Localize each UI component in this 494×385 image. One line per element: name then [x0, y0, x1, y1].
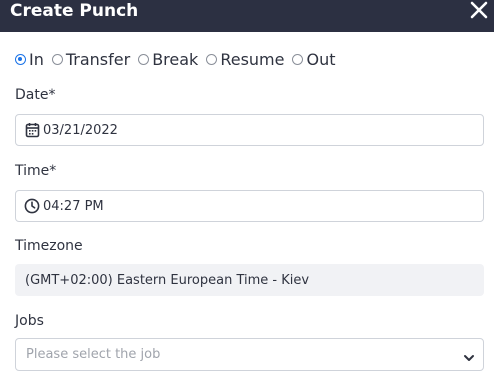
close-icon [470, 1, 488, 19]
time-value: 04:27 PM [43, 198, 104, 214]
radio-break-indicator[interactable] [138, 53, 150, 65]
close-button[interactable] [468, 0, 490, 22]
jobs-label: Jobs [15, 313, 44, 329]
radio-in-indicator[interactable] [15, 53, 26, 65]
dialog-header: Create Punch [0, 0, 494, 32]
radio-transfer-label: Transfer [65, 49, 131, 69]
dialog-title: Create Punch [10, 1, 139, 21]
time-field[interactable]: 04:27 PM [15, 190, 484, 222]
radio-break-label: Break [152, 49, 199, 69]
radio-resume[interactable]: Resume [206, 50, 284, 69]
radio-out[interactable]: Out [292, 49, 336, 69]
date-value: 03/21/2022 [43, 122, 118, 138]
date-field[interactable]: 03/21/2022 [15, 114, 484, 146]
radio-out-indicator[interactable] [292, 53, 304, 65]
calendar-icon[interactable] [24, 122, 40, 138]
radio-out-label: Out [306, 49, 336, 69]
radio-transfer-indicator[interactable] [51, 53, 63, 65]
clock-icon[interactable] [24, 198, 40, 214]
radio-resume-indicator[interactable] [206, 53, 218, 65]
radio-in-label: In [29, 49, 44, 69]
date-label: Date* [15, 87, 56, 103]
timezone-field: (GMT+02:00) Eastern European Time - Kiev [15, 264, 484, 296]
radio-in[interactable]: In [15, 50, 44, 69]
punch-type-radio-group: In Transfer Break Resume Out [15, 49, 344, 69]
jobs-placeholder: Please select the job [26, 347, 161, 362]
chevron-down-icon[interactable] [463, 349, 475, 361]
timezone-value: (GMT+02:00) Eastern European Time - Kiev [25, 272, 310, 288]
time-label: Time* [15, 163, 57, 179]
jobs-select[interactable]: Please select the job [15, 338, 484, 371]
radio-transfer[interactable]: Transfer [51, 49, 131, 69]
radio-break[interactable]: Break [138, 50, 198, 69]
radio-resume-label: Resume [220, 49, 285, 69]
timezone-label: Timezone [15, 238, 83, 254]
